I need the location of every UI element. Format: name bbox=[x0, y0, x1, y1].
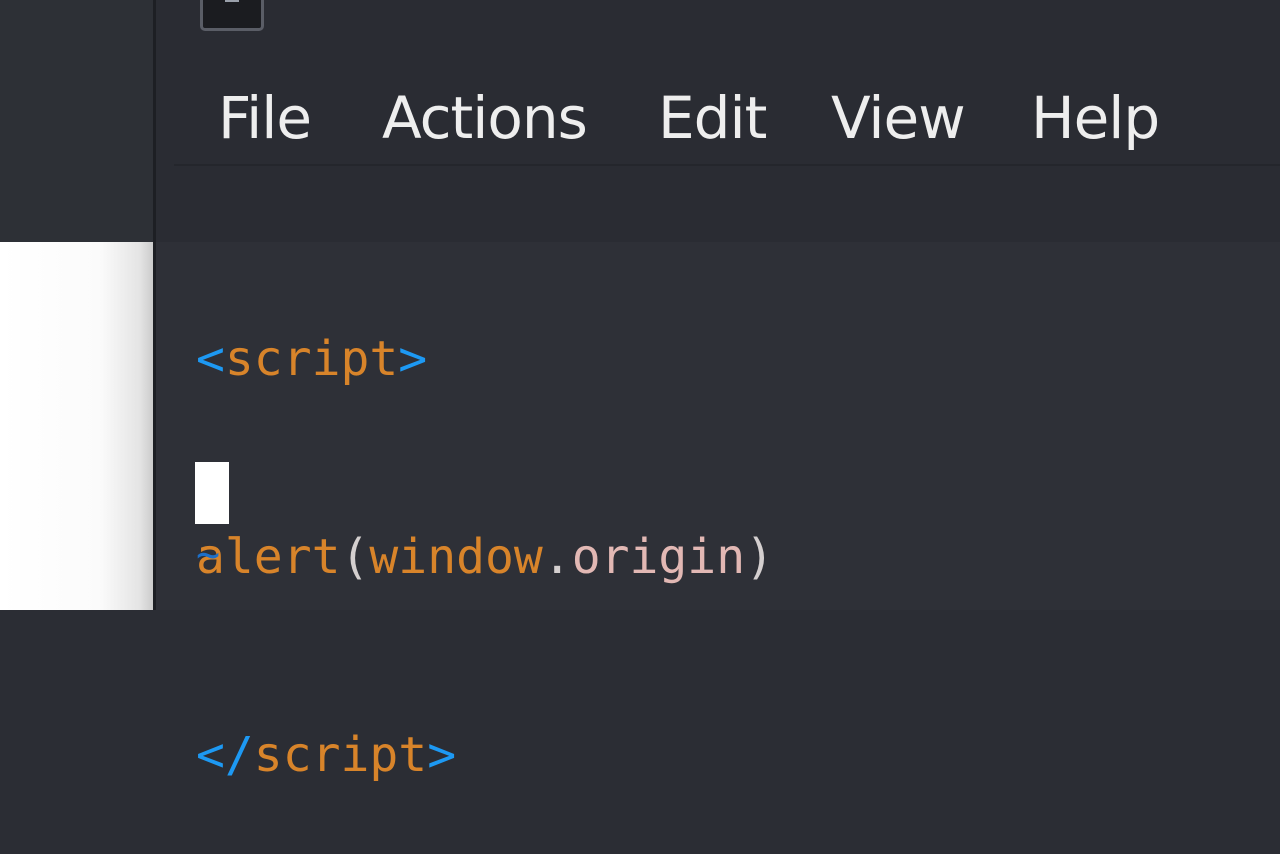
code-line: </script> bbox=[196, 722, 774, 788]
text-cursor bbox=[195, 462, 229, 524]
desktop-background bbox=[0, 0, 154, 242]
object-name: window bbox=[369, 529, 543, 585]
empty-line-marker: ~ bbox=[196, 532, 221, 578]
menu-help[interactable]: Help bbox=[1031, 86, 1160, 150]
terminal-icon bbox=[200, 0, 264, 31]
tag-close-bracket: > bbox=[427, 727, 457, 783]
menu-view[interactable]: View bbox=[831, 86, 966, 150]
menu-edit[interactable]: Edit bbox=[658, 86, 767, 150]
tag-open-bracket: < bbox=[196, 331, 225, 387]
desktop-background-window bbox=[0, 242, 154, 610]
dot: . bbox=[542, 529, 572, 585]
menu-file[interactable]: File bbox=[218, 86, 312, 150]
tag-name: script bbox=[224, 331, 399, 387]
close-paren: ) bbox=[745, 529, 774, 585]
menu-actions[interactable]: Actions bbox=[382, 86, 588, 150]
menu-divider bbox=[174, 164, 1280, 166]
property-name: origin bbox=[571, 529, 746, 585]
code-line: alert(window.origin) bbox=[196, 524, 774, 590]
menu-bar: File Actions Edit View Help bbox=[156, 70, 1280, 166]
tag-close-bracket: > bbox=[398, 331, 428, 387]
tag-open-bracket: </ bbox=[196, 727, 254, 783]
tag-name: script bbox=[253, 727, 428, 783]
open-paren: ( bbox=[340, 529, 370, 585]
code-line: <script> bbox=[196, 326, 774, 392]
editor-text[interactable]: <script> alert(window.origin) </script> bbox=[196, 194, 774, 854]
